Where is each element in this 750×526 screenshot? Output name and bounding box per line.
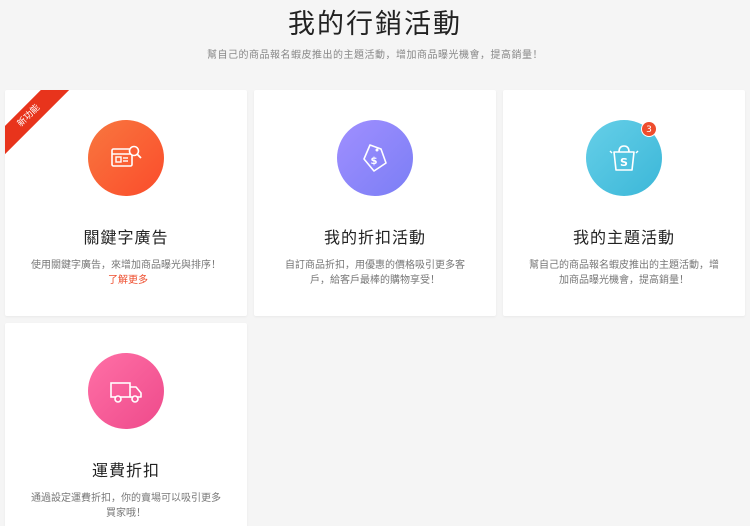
- shipping-discount-card[interactable]: 運費折扣 通過設定運費折扣，你的賣場可以吸引更多買家哦！: [5, 323, 247, 526]
- card-description: 使用關鍵字廣告，來增加商品曝光與排序！ 了解更多: [29, 258, 223, 288]
- notification-badge: 3: [641, 121, 657, 137]
- theme-campaigns-card[interactable]: S 3 我的主題活動 幫自己的商品報名蝦皮推出的主題活動，增加商品曝光機會，提高…: [503, 90, 745, 316]
- learn-more-link[interactable]: 了解更多: [108, 275, 148, 286]
- discount-promotions-card[interactable]: $ 我的折扣活動 自訂商品折扣，用優惠的價格吸引更多客戶，給客戶最棒的購物享受！: [254, 90, 496, 316]
- card-description: 通過設定運費折扣，你的賣場可以吸引更多買家哦！: [31, 493, 221, 519]
- keyword-ad-icon-circle: [88, 120, 164, 196]
- card-description-text: 使用關鍵字廣告，來增加商品曝光與排序！: [31, 260, 221, 271]
- price-tag-icon-circle: $: [337, 120, 413, 196]
- shopping-bag-icon: S: [609, 145, 639, 171]
- svg-text:S: S: [620, 156, 628, 169]
- keyword-ads-card[interactable]: 新功能 關鍵字廣告 使用關鍵字廣告，來增加商品曝光與排序！ 了解更多: [5, 90, 247, 316]
- card-title: 我的主題活動: [572, 228, 675, 247]
- page-title: 我的行銷活動: [288, 9, 462, 40]
- price-tag-icon: $: [363, 144, 387, 172]
- delivery-truck-icon: [110, 382, 142, 403]
- card-title: 運費折扣: [91, 461, 160, 480]
- card-title: 關鍵字廣告: [83, 228, 169, 247]
- card-description: 幫自己的商品報名蝦皮推出的主題活動，增加商品曝光機會，提高銷量！: [529, 260, 719, 286]
- svg-text:$: $: [371, 156, 378, 167]
- card-description: 自訂商品折扣，用優惠的價格吸引更多客戶，給客戶最棒的購物享受！: [285, 260, 465, 286]
- card-title: 我的折扣活動: [323, 228, 426, 247]
- new-feature-ribbon: 新功能: [5, 90, 75, 160]
- new-feature-label: 新功能: [5, 90, 72, 159]
- delivery-truck-icon-circle: [88, 353, 164, 429]
- page-subtitle: 幫自己的商品報名蝦皮推出的主題活動，增加商品曝光機會，提高銷量！: [207, 50, 543, 61]
- keyword-ad-icon: [111, 145, 142, 167]
